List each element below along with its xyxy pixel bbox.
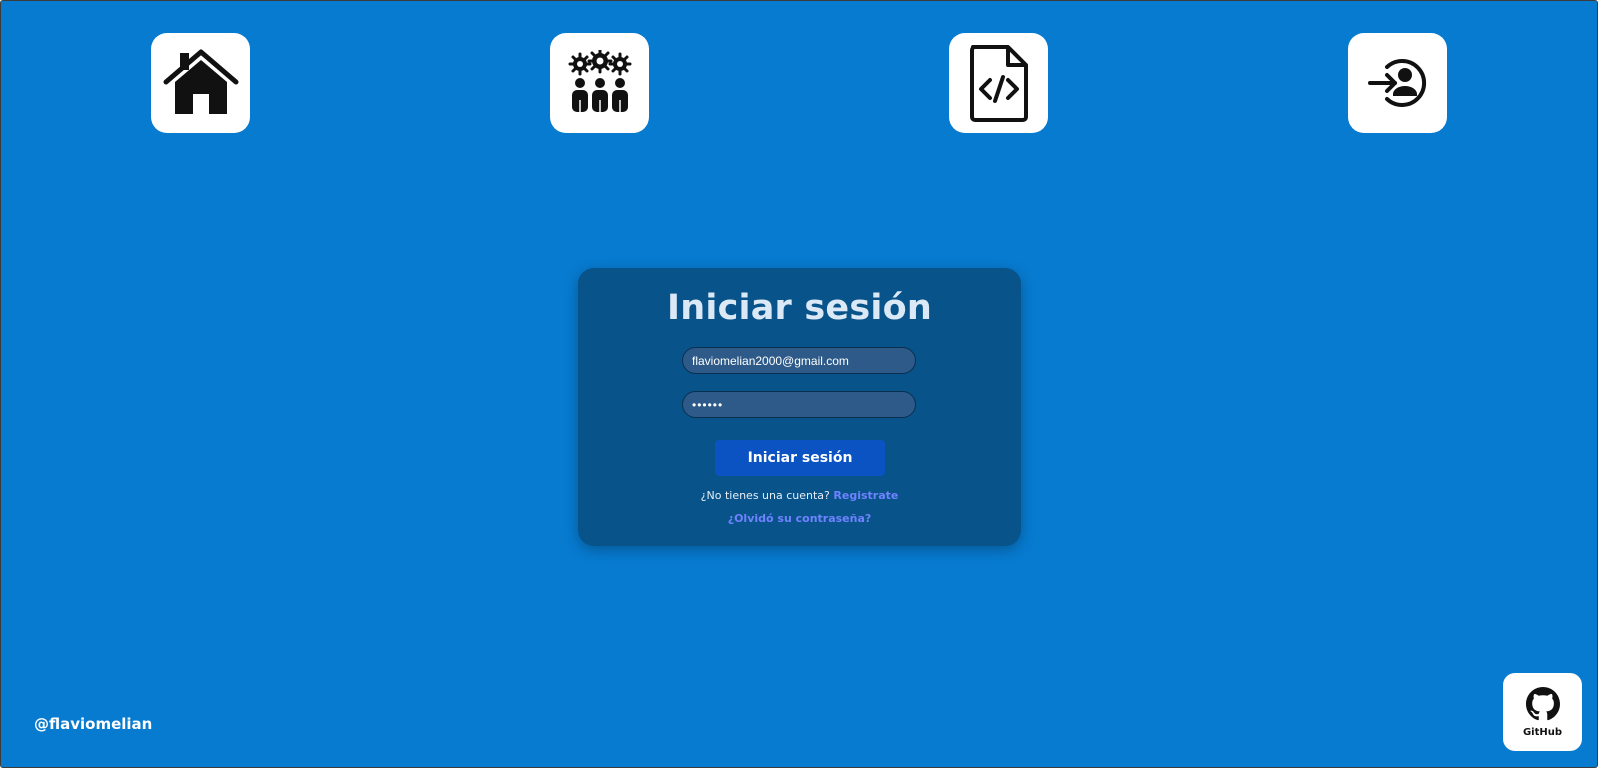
github-button[interactable]: GitHub [1503,673,1582,751]
nav-login-button[interactable] [1348,33,1447,133]
nav-team-button[interactable] [550,33,649,133]
home-icon [163,48,239,118]
nav-home-button[interactable] [151,33,250,133]
login-card: Iniciar sesión Iniciar sesión ¿No tienes… [578,268,1021,546]
forgot-password-link[interactable]: ¿Olvidó su contraseña? [728,512,872,525]
signup-prompt-text: ¿No tienes una cuenta? [700,489,830,502]
forgot-password-row: ¿Olvidó su contraseña? [578,512,1021,525]
page: Iniciar sesión Iniciar sesión ¿No tienes… [0,0,1598,768]
team-settings-icon [567,50,633,116]
login-title: Iniciar sesión [667,288,932,328]
user-handle: @flaviomelian [34,715,153,733]
login-submit-button[interactable]: Iniciar sesión [715,440,885,476]
login-user-icon [1367,54,1429,112]
signup-link[interactable]: Registrate [833,489,898,502]
nav-code-button[interactable] [949,33,1048,133]
code-file-icon [968,44,1030,122]
password-field[interactable] [682,391,916,418]
github-label: GitHub [1522,726,1563,738]
signup-prompt-row: ¿No tienes una cuenta? Registrate [578,489,1021,502]
github-icon [1525,686,1560,725]
email-field[interactable] [682,347,916,374]
